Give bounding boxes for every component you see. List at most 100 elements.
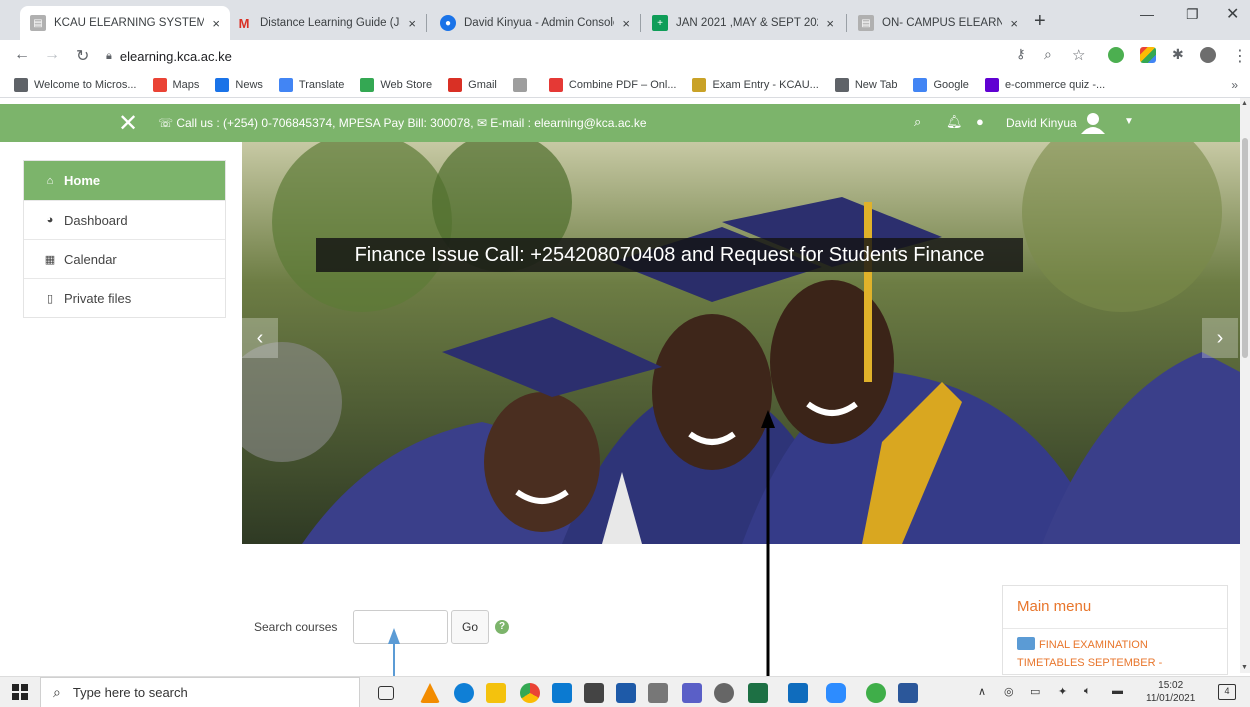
bookmark-item[interactable]: e-commerce quiz -...: [984, 77, 1105, 92]
settings-icon[interactable]: [714, 683, 734, 703]
bookmark-item[interactable]: Exam Entry - KCAU...: [692, 77, 819, 92]
vlc-icon[interactable]: [420, 683, 440, 703]
moodle-favicon: ▤: [858, 15, 874, 31]
bookmark-item[interactable]: Web Store: [360, 77, 432, 92]
chrome-icon[interactable]: [520, 683, 540, 703]
word-icon[interactable]: [898, 683, 918, 703]
sidebar-item-private-files[interactable]: ▯ Private files: [24, 278, 225, 317]
forward-icon[interactable]: →: [44, 46, 60, 64]
sidebar-item-home[interactable]: ⌂ Home: [24, 161, 225, 200]
go-button[interactable]: Go: [451, 610, 489, 644]
url-field[interactable]: 🔒︎ elearning.kca.ac.ke: [106, 44, 1006, 68]
zoom-app-icon[interactable]: [826, 683, 846, 703]
search-icon: ⌕: [53, 684, 61, 700]
tab-jan-2021[interactable]: + JAN 2021 ,MAY & SEPT 2020 ×: [642, 6, 844, 40]
extension-icon[interactable]: [1140, 47, 1156, 63]
minimize-icon[interactable]: —: [1140, 6, 1154, 22]
page-scrollbar[interactable]: ▲ ▼: [1240, 98, 1250, 673]
reload-icon[interactable]: ↻: [76, 46, 89, 66]
scroll-up-icon[interactable]: ▲: [1241, 100, 1248, 107]
chevron-down-icon[interactable]: ▼: [1124, 116, 1134, 127]
profile-avatar[interactable]: [1200, 47, 1216, 63]
bookmark-item[interactable]: Translate: [278, 77, 344, 92]
carousel-next-button[interactable]: ›: [1202, 318, 1238, 358]
main-menu-item[interactable]: FINAL EXAMINATION TIMETABLES SEPTEMBER -: [1017, 636, 1217, 672]
scrollbar-thumb[interactable]: [1242, 138, 1248, 358]
bookmark-item[interactable]: Combine PDF – Onl...: [548, 77, 676, 92]
search-courses-input[interactable]: [353, 610, 448, 644]
close-icon[interactable]: ×: [408, 16, 416, 31]
excel-icon[interactable]: [748, 683, 768, 703]
divider: [1003, 628, 1227, 629]
taskbar-search-box[interactable]: ⌕ Type here to search: [40, 677, 360, 707]
bookmarks-more-icon[interactable]: »: [1231, 78, 1238, 92]
phone-icon: ☏︎: [158, 116, 177, 130]
translate-icon: [278, 77, 293, 92]
file-explorer-icon[interactable]: [486, 683, 506, 703]
close-icon[interactable]: ×: [622, 16, 630, 31]
windows-start-icon[interactable]: [12, 684, 28, 700]
address-bar: ← → ↻ 🔒︎ elearning.kca.ac.ke ⚷ ⌕ ☆ ✱ ⋮: [0, 40, 1250, 72]
back-icon[interactable]: ←: [14, 46, 30, 64]
tray-icon[interactable]: ✦: [1058, 685, 1067, 698]
close-icon[interactable]: ×: [826, 16, 834, 31]
tab-on-campus[interactable]: ▤ ON- CAMPUS ELEARNING POR ×: [848, 6, 1028, 40]
bookmark-item[interactable]: Google: [913, 77, 969, 92]
bookmark-item[interactable]: Welcome to Micros...: [14, 77, 137, 92]
scroll-down-icon[interactable]: ▼: [1241, 664, 1248, 671]
main-menu-title: Main menu: [1017, 598, 1092, 615]
tray-icon[interactable]: ▭: [1030, 685, 1040, 698]
zoom-icon[interactable]: ⌕: [1044, 46, 1052, 63]
outlook-icon[interactable]: [788, 683, 808, 703]
l-app-icon[interactable]: [552, 683, 572, 703]
contact-info: ☏︎ Call us : (+254) 0-706845374, MPESA P…: [158, 116, 647, 130]
user-name[interactable]: David Kinyua: [1006, 116, 1077, 130]
help-icon[interactable]: ?: [495, 620, 509, 634]
chevron-up-icon[interactable]: ∧: [978, 685, 986, 698]
new-tab-button[interactable]: +: [1034, 10, 1046, 33]
battery-icon[interactable]: ▬: [1112, 685, 1123, 697]
whatsapp-icon[interactable]: [866, 683, 886, 703]
key-icon[interactable]: ⚷: [1016, 46, 1026, 62]
teams-icon[interactable]: [682, 683, 702, 703]
carousel-prev-button[interactable]: ‹: [242, 318, 278, 358]
close-icon[interactable]: ×: [212, 16, 220, 31]
chat-icon[interactable]: ●: [976, 114, 984, 129]
bookmark-item[interactable]: [512, 77, 533, 92]
close-icon[interactable]: ×: [1010, 16, 1018, 31]
dashboard-icon: ◕: [46, 214, 54, 226]
menu-icon[interactable]: ⋮: [1232, 46, 1248, 66]
bookmark-item[interactable]: Gmail: [448, 77, 497, 92]
tab-distance-learning[interactable]: M Distance Learning Guide (Janua ×: [226, 6, 426, 40]
chart-app-icon[interactable]: [616, 683, 636, 703]
volume-icon[interactable]: 🔈︎: [1084, 685, 1091, 698]
window-close-icon[interactable]: ✕: [1226, 4, 1239, 24]
notifications-icon[interactable]: 4: [1218, 684, 1236, 700]
tab-kcau-elearning[interactable]: ▤ KCAU ELEARNING SYSTEM ×: [20, 6, 230, 40]
sidebar-item-calendar[interactable]: ▦ Calendar: [24, 239, 225, 278]
tab-admin-console[interactable]: ● David Kinyua - Admin Console ×: [430, 6, 640, 40]
search-courses-label: Search courses: [254, 620, 338, 634]
sidebar-item-dashboard[interactable]: ◕ Dashboard: [24, 200, 225, 239]
bookmark-item[interactable]: New Tab: [834, 77, 897, 92]
avatar[interactable]: [1080, 112, 1106, 134]
sidebar-item-label: Calendar: [64, 251, 117, 267]
lock-icon: 🔒︎: [106, 49, 112, 62]
media-app-icon[interactable]: [648, 683, 668, 703]
puzzle-icon[interactable]: ✱: [1172, 46, 1184, 63]
bell-icon[interactable]: 🔔︎: [946, 114, 963, 130]
extension-icon[interactable]: [1108, 47, 1124, 63]
bookmark-item[interactable]: Maps: [152, 77, 199, 92]
search-icon[interactable]: ⌕: [914, 114, 921, 130]
star-icon[interactable]: ☆: [1072, 46, 1085, 64]
tray-icon[interactable]: ◎: [1004, 685, 1014, 698]
taskbar-clock[interactable]: 15:02 11/01/2021: [1146, 679, 1195, 705]
store-icon[interactable]: [584, 683, 604, 703]
bookmark-item[interactable]: News: [215, 77, 263, 92]
maps-icon: [152, 77, 167, 92]
task-view-icon[interactable]: [378, 686, 394, 700]
restore-icon[interactable]: ❐: [1186, 6, 1199, 23]
close-icon[interactable]: ✕: [118, 109, 138, 138]
carousel-caption: Finance Issue Call: +254208070408 and Re…: [316, 238, 1023, 272]
edge-icon[interactable]: [454, 683, 474, 703]
